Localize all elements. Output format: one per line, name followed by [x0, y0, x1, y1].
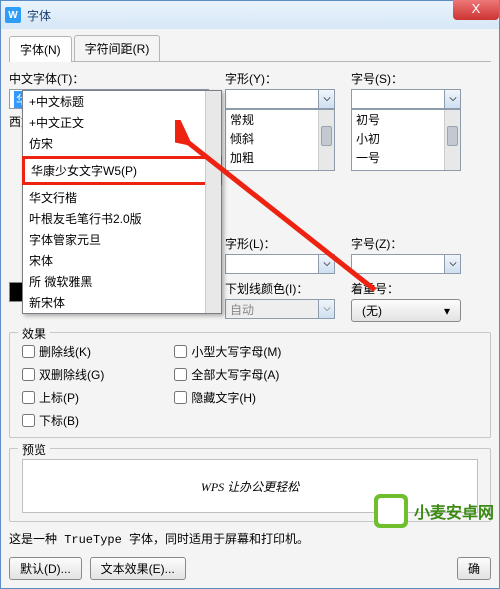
label-shape: 字形(Y)：: [225, 70, 335, 87]
tab-strip: 字体(N) 字符间距(R): [9, 35, 491, 62]
check-allcap[interactable]: 全部大写字母(A): [174, 366, 281, 383]
list-item[interactable]: 所 微软雅黑: [23, 271, 221, 292]
button-bar: 默认(D)... 文本效果(E)... 确: [9, 557, 491, 580]
titlebar: W 字体 X: [1, 1, 499, 29]
list-shape[interactable]: 常规 倾斜 加粗: [225, 109, 335, 171]
check-label: 双删除线(G): [39, 366, 104, 383]
close-button[interactable]: X: [453, 0, 499, 20]
combo-shape[interactable]: [225, 89, 335, 109]
chevron-down-icon[interactable]: [444, 255, 460, 273]
check-smallcap[interactable]: 小型大写字母(M): [174, 343, 281, 360]
list-item[interactable]: 宋体: [23, 250, 221, 271]
label-emphasis: 着重号：: [351, 280, 461, 297]
combo-ulcolor[interactable]: 自动: [225, 299, 335, 319]
app-icon: W: [5, 7, 21, 23]
scroll-thumb[interactable]: [321, 126, 332, 146]
cn-font-dropdown[interactable]: +中文标题 +中文正文 仿宋 华康少女文字W5(P) 华文行楷 叶根友毛笔行书2…: [22, 90, 222, 314]
check-label: 下标(B): [39, 412, 79, 429]
scrollbar[interactable]: [205, 91, 221, 313]
chevron-down-icon[interactable]: [318, 90, 334, 108]
label-ulcolor: 下划线颜色(I)：: [225, 280, 335, 297]
watermark-icon: [374, 494, 408, 528]
check-label: 全部大写字母(A): [191, 366, 279, 383]
label-size: 字号(S)：: [351, 70, 461, 87]
list-item[interactable]: 叶根友毛笔行书2.0版: [23, 208, 221, 229]
label-cn-font: 中文字体(T)：: [9, 70, 209, 87]
list-item[interactable]: 华文行楷: [23, 187, 221, 208]
textfx-button[interactable]: 文本效果(E)...: [90, 557, 186, 580]
list-item[interactable]: +中文正文: [23, 112, 221, 133]
list-item[interactable]: 仿宋: [23, 133, 221, 154]
check-sup[interactable]: 上标(P): [22, 389, 104, 406]
tab-font[interactable]: 字体(N): [9, 36, 72, 62]
list-item[interactable]: +中文标题: [23, 91, 221, 112]
emphasis-button[interactable]: (无)▾: [351, 299, 461, 322]
check-label: 上标(P): [39, 389, 79, 406]
group-title: 效果: [18, 325, 50, 342]
label-size2: 字号(Z)：: [351, 235, 461, 252]
combo-size2[interactable]: [351, 254, 461, 274]
scroll-thumb[interactable]: [447, 126, 458, 146]
list-item-highlighted[interactable]: 华康少女文字W5(P): [22, 156, 222, 185]
scrollbar[interactable]: [318, 110, 334, 170]
combo-shape2[interactable]: [225, 254, 335, 274]
check-label: 删除线(K): [39, 343, 91, 360]
check-sub[interactable]: 下标(B): [22, 412, 104, 429]
check-strike[interactable]: 删除线(K): [22, 343, 104, 360]
watermark: 小麦安卓网: [374, 494, 494, 528]
list-size[interactable]: 初号 小初 一号: [351, 109, 461, 171]
btn-label: (无): [362, 302, 382, 319]
font-description: 这是一种 TrueType 字体，同时适用于屏幕和打印机。: [9, 530, 491, 547]
ok-button[interactable]: 确: [457, 557, 491, 580]
check-hidden[interactable]: 隐藏文字(H): [174, 389, 281, 406]
label-shape2: 字形(L)：: [225, 235, 335, 252]
combo-size[interactable]: [351, 89, 461, 109]
chevron-down-icon[interactable]: [318, 300, 334, 318]
watermark-text: 小麦安卓网: [414, 499, 494, 523]
list-item[interactable]: 新宋体: [23, 292, 221, 313]
group-effects: 效果 删除线(K) 双删除线(G) 上标(P) 下标(B) 小型大写字母(M) …: [9, 332, 491, 438]
chevron-down-icon[interactable]: [444, 90, 460, 108]
list-item[interactable]: 字体管家元旦: [23, 229, 221, 250]
chevron-down-icon[interactable]: [318, 255, 334, 273]
check-label: 小型大写字母(M): [191, 343, 281, 360]
tab-spacing[interactable]: 字符间距(R): [74, 35, 161, 61]
group-title: 预览: [18, 441, 50, 458]
default-button[interactable]: 默认(D)...: [9, 557, 82, 580]
check-dblstrike[interactable]: 双删除线(G): [22, 366, 104, 383]
window-title: 字体: [27, 7, 51, 24]
scrollbar[interactable]: [444, 110, 460, 170]
check-label: 隐藏文字(H): [191, 389, 256, 406]
combo-value: 自动: [230, 301, 254, 318]
